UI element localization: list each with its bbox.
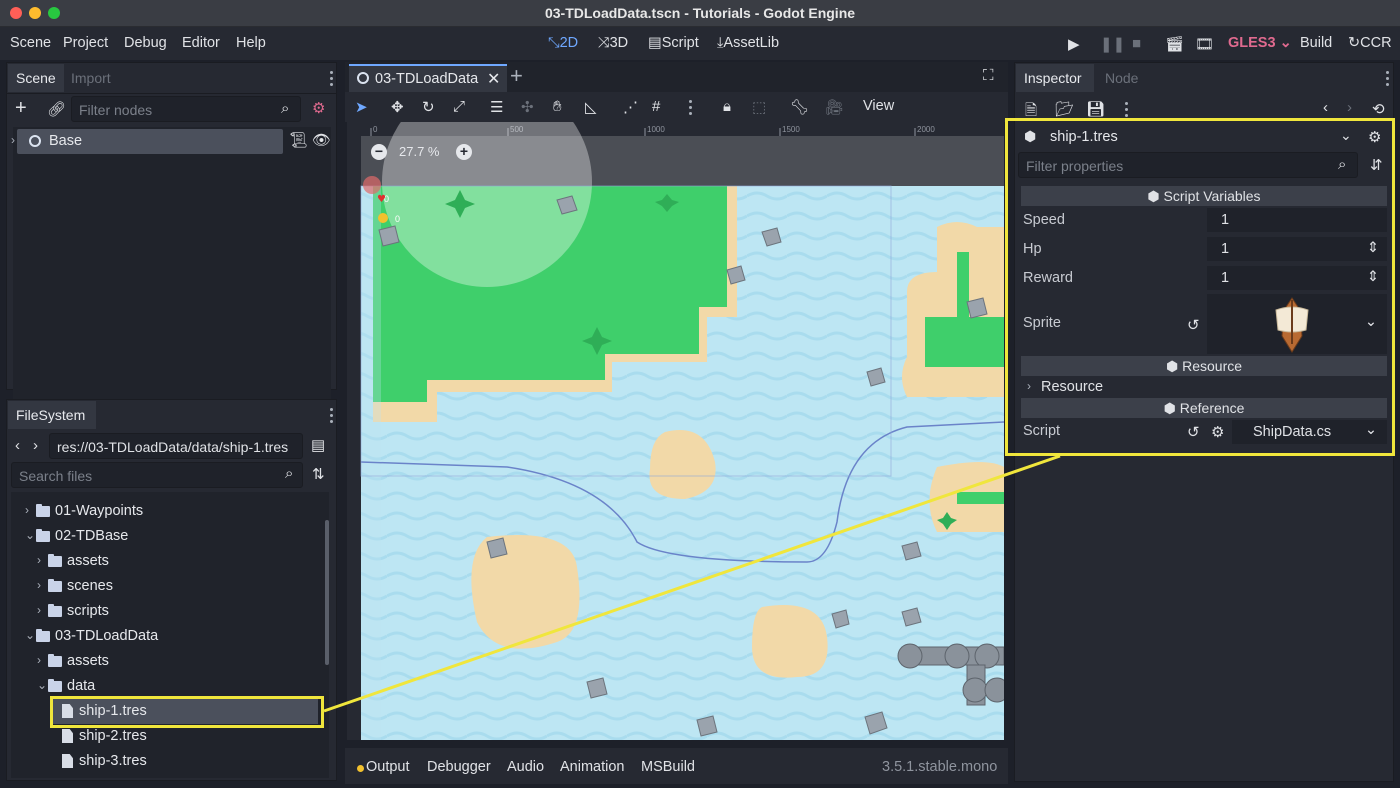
highlight-connector (323, 454, 1061, 713)
